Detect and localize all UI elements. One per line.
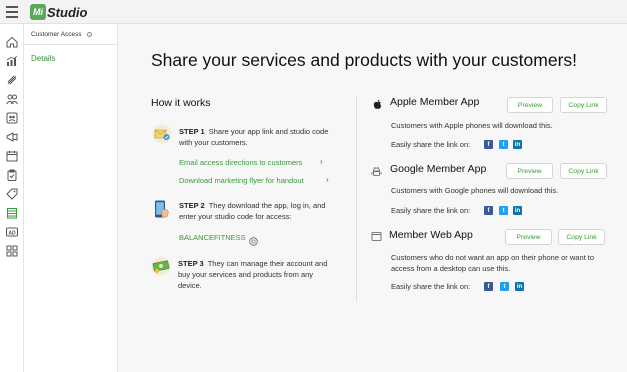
top-bar: Mi Studio [0, 0, 627, 24]
facebook-icon[interactable]: f [484, 282, 493, 291]
app-logo[interactable]: Mi Studio [30, 3, 87, 21]
copy-icon[interactable] [249, 233, 258, 246]
twitter-icon[interactable]: t [499, 206, 508, 215]
apple-preview-button[interactable]: Preview [507, 97, 553, 113]
web-preview-button[interactable]: Preview [505, 229, 552, 245]
ad-icon[interactable]: AD [6, 226, 18, 238]
linkedin-icon[interactable]: in [513, 140, 522, 149]
twitter-icon[interactable]: t [500, 282, 509, 291]
google-app-description: Customers with Google phones will downlo… [391, 186, 559, 195]
column-divider [356, 97, 357, 302]
chevron-right-icon[interactable]: › [320, 157, 323, 166]
apple-app-title: Apple Member App [390, 96, 480, 108]
sub-navigation: Customer Access i Details [24, 24, 118, 372]
google-app-title: Google Member App [390, 163, 487, 175]
page-title: Share your services and products with yo… [151, 50, 578, 70]
store-icon[interactable] [6, 207, 18, 219]
android-icon [371, 164, 382, 176]
chart-icon[interactable] [6, 55, 18, 67]
twitter-icon[interactable]: t [499, 140, 508, 149]
logo-mark: Mi [30, 4, 46, 20]
google-copy-link-button[interactable]: Copy Link [560, 163, 607, 179]
subnav-heading: Customer Access i [24, 24, 117, 45]
main-content: Share your services and products with yo… [118, 24, 627, 372]
group-icon[interactable] [6, 112, 18, 124]
home-icon[interactable] [6, 36, 18, 48]
clipboard-icon[interactable] [6, 169, 18, 181]
subnav-heading-text: Customer Access [31, 30, 82, 38]
tag-icon[interactable] [6, 74, 18, 86]
download-flyer-link[interactable]: Download marketing flyer for handout [179, 176, 304, 185]
browser-icon [371, 229, 382, 241]
linkedin-icon[interactable]: in [513, 206, 522, 215]
envelope-icon [152, 124, 172, 144]
icon-rail: AD [0, 24, 24, 372]
web-app-description: Customers who do not want an app on thei… [391, 253, 595, 273]
apple-copy-link-button[interactable]: Copy Link [560, 97, 607, 113]
google-share-label: Easily share the link on: [391, 206, 471, 215]
logo-text: Studio [47, 4, 88, 20]
google-preview-button[interactable]: Preview [506, 163, 553, 179]
linkedin-icon[interactable]: in [515, 282, 524, 291]
facebook-icon[interactable]: f [484, 206, 493, 215]
megaphone-icon[interactable] [6, 131, 18, 143]
web-copy-link-button[interactable]: Copy Link [558, 229, 605, 245]
money-icon [151, 256, 171, 276]
step-1-text: STEP 1 Share your app link and studio cod… [179, 126, 339, 148]
svg-text:AD: AD [8, 230, 16, 236]
users-icon[interactable] [6, 93, 18, 105]
info-icon[interactable]: i [86, 31, 92, 37]
phone-icon [151, 199, 171, 219]
price-tag-icon[interactable] [6, 188, 18, 200]
facebook-icon[interactable]: f [484, 140, 493, 149]
how-it-works-heading: How it works [151, 97, 211, 109]
web-share-label: Easily share the link on: [391, 282, 471, 291]
step-3-label: STEP 3 [178, 259, 204, 268]
email-directions-link[interactable]: Email access directions to customers [179, 158, 302, 167]
step-2-label: STEP 2 [179, 201, 205, 210]
apple-share-label: Easily share the link on: [391, 140, 471, 149]
apple-icon [372, 97, 383, 109]
calendar-icon[interactable] [6, 150, 18, 162]
apple-app-description: Customers with Apple phones will downloa… [391, 121, 553, 130]
hamburger-menu-icon[interactable] [6, 6, 18, 18]
apps-icon[interactable] [6, 245, 18, 257]
chevron-right-icon[interactable]: › [326, 175, 329, 184]
subnav-item-details[interactable]: Details [31, 54, 55, 63]
web-app-title: Member Web App [389, 229, 473, 241]
studio-code: BALANCEFITNESS [179, 233, 246, 242]
step-3-text: STEP 3 They can manage their account and … [178, 258, 338, 291]
step-2-text: STEP 2 They download the app, log in, and… [179, 200, 339, 222]
step-1-label: STEP 1 [179, 127, 205, 136]
